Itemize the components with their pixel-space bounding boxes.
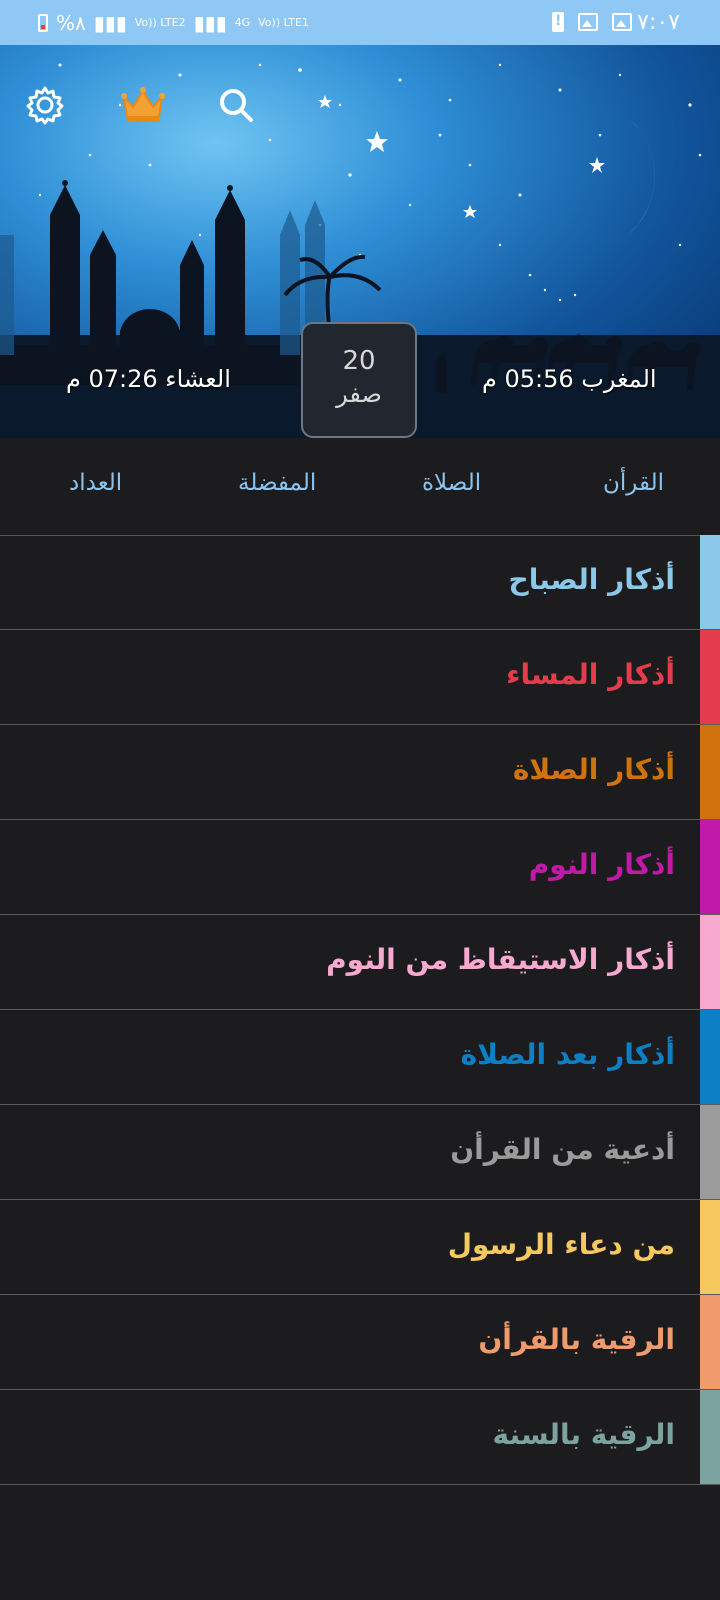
category-color-stripe: [700, 1295, 720, 1389]
list-item-label: أدعية من القرأن: [450, 1133, 675, 1166]
status-bar: %٨ ▮▮▮ Vo)) LTE2 ▮▮▮ 4G Vo)) LTE1 ٧:٠٧: [0, 0, 720, 45]
status-left: %٨ ▮▮▮ Vo)) LTE2 ▮▮▮ 4G Vo)) LTE1: [38, 11, 309, 35]
crescent-moon: [530, 115, 655, 254]
list-item[interactable]: أذكار المساء: [0, 630, 720, 725]
tab-favorites[interactable]: المفضلة: [238, 470, 316, 496]
list-item-label: أذكار الاستيقاظ من النوم: [326, 943, 675, 976]
category-color-stripe: [700, 1105, 720, 1199]
list-item[interactable]: أذكار الصباح: [0, 535, 720, 630]
list-item-label: أذكار الصلاة: [512, 753, 675, 786]
list-item-label: الرقية بالقرأن: [478, 1323, 675, 1356]
search-icon[interactable]: [216, 85, 260, 129]
category-color-stripe: [700, 1200, 720, 1294]
list-item[interactable]: أذكار الصلاة: [0, 725, 720, 820]
category-color-stripe: [700, 1010, 720, 1104]
signal-icon-2: ▮▮▮: [193, 11, 227, 35]
status-time: ٧:٠٧: [637, 10, 680, 35]
image-icon: [578, 13, 598, 31]
status-right-icons: [552, 12, 632, 32]
list-item[interactable]: الرقية بالقرأن: [0, 1295, 720, 1390]
battery-alert-icon: [552, 12, 564, 32]
network-label-1: Vo)) LTE2: [134, 16, 186, 29]
category-color-stripe: [700, 630, 720, 724]
crown-icon[interactable]: [120, 85, 165, 129]
list-item-label: من دعاء الرسول: [447, 1228, 675, 1261]
category-color-stripe: [700, 1390, 720, 1484]
maghrib-prayer-time: المغرب 05:56 م: [482, 365, 657, 393]
tab-prayer[interactable]: الصلاة: [422, 470, 481, 496]
list-item-label: أذكار النوم: [528, 848, 675, 881]
list-item-label: أذكار بعد الصلاة: [460, 1038, 675, 1071]
hijri-date-box[interactable]: 20 صفر: [301, 322, 417, 438]
list-item[interactable]: أذكار الاستيقاظ من النوم: [0, 915, 720, 1010]
network-label-2: 4G: [234, 16, 251, 29]
hijri-month: صفر: [336, 380, 382, 408]
list-item-label: أذكار المساء: [506, 658, 675, 691]
tab-quran[interactable]: القرأن: [603, 470, 664, 496]
category-color-stripe: [700, 915, 720, 1009]
battery-icon: [38, 14, 48, 32]
tab-counter[interactable]: العداد: [69, 470, 122, 496]
list-item-label: الرقية بالسنة: [492, 1418, 675, 1451]
header-banner: العشاء 07:26 م المغرب 05:56 م 20 صفر: [0, 45, 720, 438]
list-item[interactable]: من دعاء الرسول: [0, 1200, 720, 1295]
list-item[interactable]: الرقية بالسنة: [0, 1390, 720, 1485]
list-item-label: أذكار الصباح: [508, 563, 675, 596]
list-item[interactable]: أذكار النوم: [0, 820, 720, 915]
hijri-day: 20: [342, 346, 376, 376]
isha-prayer-time: العشاء 07:26 م: [66, 365, 231, 393]
category-color-stripe: [700, 725, 720, 819]
battery-percent: %٨: [56, 11, 86, 35]
signal-icon: ▮▮▮: [93, 11, 127, 35]
tab-bar: القرأن الصلاة المفضلة العداد: [0, 438, 720, 536]
mosque-silhouette: [0, 180, 300, 385]
gallery-icon: [612, 13, 632, 31]
adhkar-list: أذكار الصباح أذكار المساء أذكار الصلاة أذكا…: [0, 535, 720, 1485]
list-item[interactable]: أدعية من القرأن: [0, 1105, 720, 1200]
category-color-stripe: [700, 535, 720, 629]
settings-icon[interactable]: [25, 85, 69, 129]
list-item[interactable]: أذكار بعد الصلاة: [0, 1010, 720, 1105]
network-label-3: Vo)) LTE1: [258, 16, 309, 29]
category-color-stripe: [700, 820, 720, 914]
